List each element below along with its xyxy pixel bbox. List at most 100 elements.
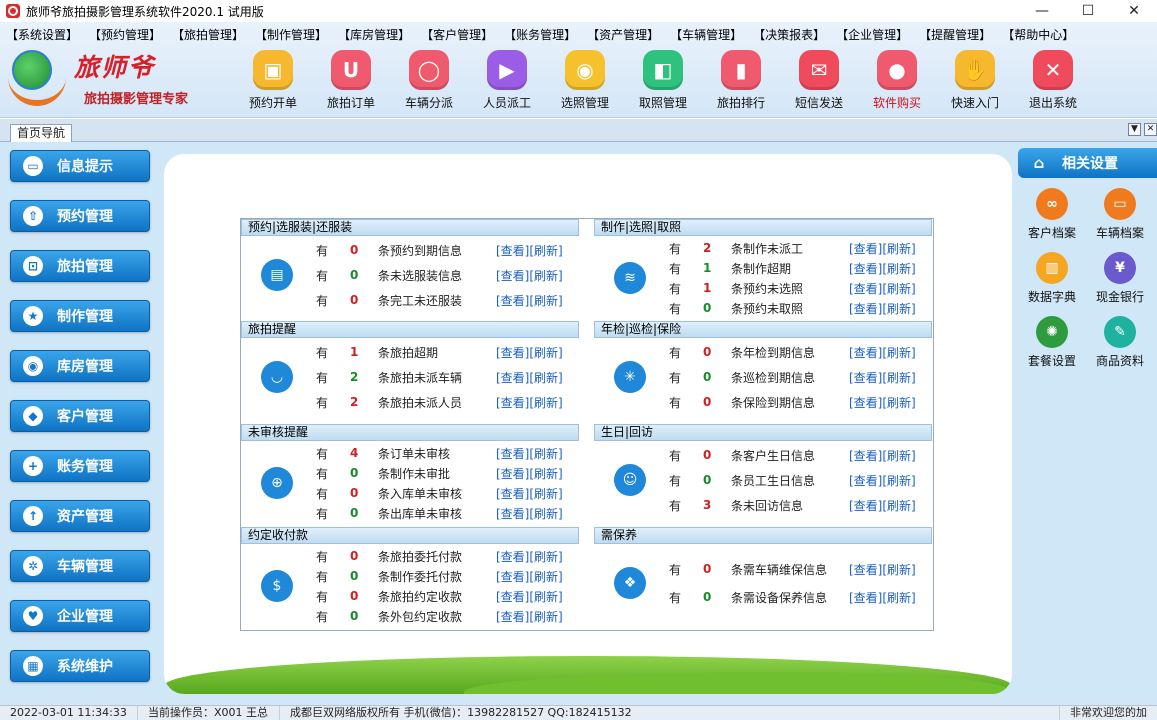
refresh-link[interactable]: [刷新]	[529, 445, 562, 462]
toolbar-button[interactable]: ▮ 旅拍排行	[702, 50, 780, 111]
nav-button[interactable]: ★ 制作管理	[10, 300, 150, 332]
view-link[interactable]: [查看]	[496, 548, 529, 565]
menu-item[interactable]: 【企业管理】	[830, 26, 913, 44]
menu-item[interactable]: 【账务管理】	[498, 26, 581, 44]
refresh-link[interactable]: [刷新]	[529, 485, 562, 502]
refresh-link[interactable]: [刷新]	[529, 568, 562, 585]
refresh-link[interactable]: [刷新]	[882, 240, 915, 257]
nav-button[interactable]: ◆ 客户管理	[10, 400, 150, 432]
refresh-link[interactable]: [刷新]	[882, 280, 915, 297]
menu-item[interactable]: 【车辆管理】	[664, 26, 747, 44]
menu-item[interactable]: 【旅拍管理】	[166, 26, 249, 44]
refresh-link[interactable]: [刷新]	[882, 300, 915, 317]
refresh-link[interactable]: [刷新]	[529, 394, 562, 411]
settings-item[interactable]: ▥ 数据字典	[1018, 252, 1086, 316]
view-link[interactable]: [查看]	[496, 485, 529, 502]
refresh-link[interactable]: [刷新]	[529, 344, 562, 361]
refresh-link[interactable]: [刷新]	[529, 588, 562, 605]
menu-item[interactable]: 【帮助中心】	[996, 26, 1079, 44]
maximize-button[interactable]: ☐	[1065, 0, 1111, 22]
refresh-link[interactable]: [刷新]	[882, 260, 915, 277]
toolbar-button[interactable]: ◯ 车辆分派	[390, 50, 468, 111]
refresh-link[interactable]: [刷新]	[882, 561, 915, 578]
view-link[interactable]: [查看]	[496, 394, 529, 411]
view-link[interactable]: [查看]	[496, 608, 529, 625]
view-link[interactable]: [查看]	[849, 497, 882, 514]
toolbar-button[interactable]: ◉ 选照管理	[546, 50, 624, 111]
nav-button[interactable]: ◉ 库房管理	[10, 350, 150, 382]
refresh-link[interactable]: [刷新]	[882, 497, 915, 514]
refresh-link[interactable]: [刷新]	[529, 242, 562, 259]
refresh-link[interactable]: [刷新]	[882, 447, 915, 464]
view-link[interactable]: [查看]	[849, 240, 882, 257]
toolbar-button[interactable]: U 旅拍订单	[312, 50, 390, 111]
settings-item[interactable]: ✎ 商品资料	[1086, 316, 1154, 380]
view-link[interactable]: [查看]	[849, 369, 882, 386]
view-link[interactable]: [查看]	[496, 344, 529, 361]
tab-close-button[interactable]: ✕	[1144, 123, 1157, 136]
nav-button[interactable]: ♥ 企业管理	[10, 600, 150, 632]
refresh-link[interactable]: [刷新]	[882, 394, 915, 411]
minimize-button[interactable]: —	[1019, 0, 1065, 22]
menu-item[interactable]: 【预约管理】	[83, 26, 166, 44]
view-link[interactable]: [查看]	[496, 445, 529, 462]
view-link[interactable]: [查看]	[496, 588, 529, 605]
settings-item[interactable]: ¥ 现金银行	[1086, 252, 1154, 316]
settings-item[interactable]: ✺ 套餐设置	[1018, 316, 1086, 380]
menu-item[interactable]: 【决策报表】	[747, 26, 830, 44]
view-link[interactable]: [查看]	[849, 447, 882, 464]
menu-item[interactable]: 【制作管理】	[249, 26, 332, 44]
view-link[interactable]: [查看]	[849, 300, 882, 317]
refresh-link[interactable]: [刷新]	[529, 369, 562, 386]
view-link[interactable]: [查看]	[849, 260, 882, 277]
tab-home-navigation[interactable]: 首页导航	[10, 124, 73, 142]
refresh-link[interactable]: [刷新]	[882, 472, 915, 489]
nav-button[interactable]: ⇧ 预约管理	[10, 200, 150, 232]
nav-button[interactable]: ↑ 资产管理	[10, 500, 150, 532]
toolbar-button[interactable]: ● 软件购买	[858, 50, 936, 111]
toolbar-button[interactable]: ✉ 短信发送	[780, 50, 858, 111]
refresh-link[interactable]: [刷新]	[529, 548, 562, 565]
view-link[interactable]: [查看]	[496, 505, 529, 522]
refresh-link[interactable]: [刷新]	[529, 465, 562, 482]
settings-item[interactable]: ∞ 客户档案	[1018, 188, 1086, 252]
view-link[interactable]: [查看]	[496, 465, 529, 482]
menu-item[interactable]: 【资产管理】	[581, 26, 664, 44]
view-link[interactable]: [查看]	[849, 344, 882, 361]
close-button[interactable]: ✕	[1111, 0, 1157, 22]
menu-item[interactable]: 【提醒管理】	[913, 26, 996, 44]
view-link[interactable]: [查看]	[496, 292, 529, 309]
refresh-link[interactable]: [刷新]	[529, 608, 562, 625]
view-link[interactable]: [查看]	[496, 267, 529, 284]
toolbar-button[interactable]: ✕ 退出系统	[1014, 50, 1092, 111]
toolbar-button[interactable]: ▣ 预约开单	[234, 50, 312, 111]
refresh-link[interactable]: [刷新]	[882, 344, 915, 361]
row-prefix: 有	[316, 466, 329, 481]
refresh-link[interactable]: [刷新]	[529, 505, 562, 522]
nav-button[interactable]: ⊡ 旅拍管理	[10, 250, 150, 282]
view-link[interactable]: [查看]	[849, 394, 882, 411]
refresh-link[interactable]: [刷新]	[529, 267, 562, 284]
tab-dropdown-button[interactable]: ▼	[1128, 123, 1141, 136]
refresh-link[interactable]: [刷新]	[529, 292, 562, 309]
menu-item[interactable]: 【客户管理】	[415, 26, 498, 44]
menu-item[interactable]: 【库房管理】	[332, 26, 415, 44]
toolbar-button[interactable]: ✋ 快速入门	[936, 50, 1014, 111]
nav-button[interactable]: ✲ 车辆管理	[10, 550, 150, 582]
nav-button[interactable]: + 账务管理	[10, 450, 150, 482]
view-link[interactable]: [查看]	[849, 472, 882, 489]
refresh-link[interactable]: [刷新]	[882, 589, 915, 606]
view-link[interactable]: [查看]	[849, 280, 882, 297]
nav-button[interactable]: ▭ 信息提示	[10, 150, 150, 182]
view-link[interactable]: [查看]	[496, 369, 529, 386]
menu-item[interactable]: 【系统设置】	[0, 26, 83, 44]
settings-item[interactable]: ▭ 车辆档案	[1086, 188, 1154, 252]
view-link[interactable]: [查看]	[496, 242, 529, 259]
view-link[interactable]: [查看]	[849, 589, 882, 606]
toolbar-button[interactable]: ▶ 人员派工	[468, 50, 546, 111]
nav-button[interactable]: ▦ 系统维护	[10, 650, 150, 682]
view-link[interactable]: [查看]	[496, 568, 529, 585]
toolbar-button[interactable]: ◧ 取照管理	[624, 50, 702, 111]
refresh-link[interactable]: [刷新]	[882, 369, 915, 386]
view-link[interactable]: [查看]	[849, 561, 882, 578]
